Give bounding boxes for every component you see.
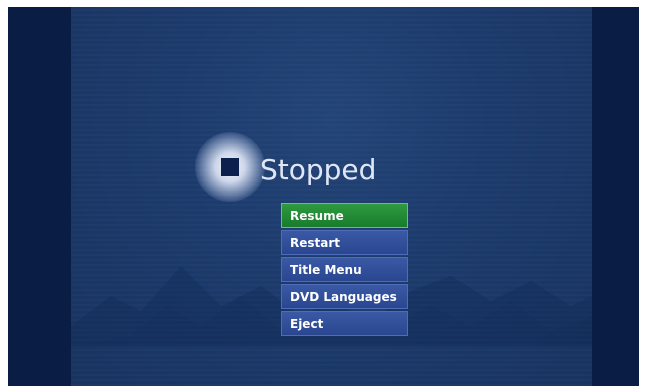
menu-item-dvd-languages[interactable]: DVD Languages	[281, 284, 408, 309]
letterbox-left	[8, 7, 71, 386]
dvd-menu: Resume Restart Title Menu DVD Languages …	[281, 203, 408, 336]
menu-item-resume[interactable]: Resume	[281, 203, 408, 228]
menu-item-title-menu[interactable]: Title Menu	[281, 257, 408, 282]
status-label: Stopped	[260, 153, 377, 186]
letterbox-right	[592, 7, 639, 386]
menu-item-eject[interactable]: Eject	[281, 311, 408, 336]
stop-icon	[221, 158, 239, 176]
dvd-player-screen: Stopped Resume Restart Title Menu DVD La…	[8, 7, 639, 386]
menu-item-restart[interactable]: Restart	[281, 230, 408, 255]
